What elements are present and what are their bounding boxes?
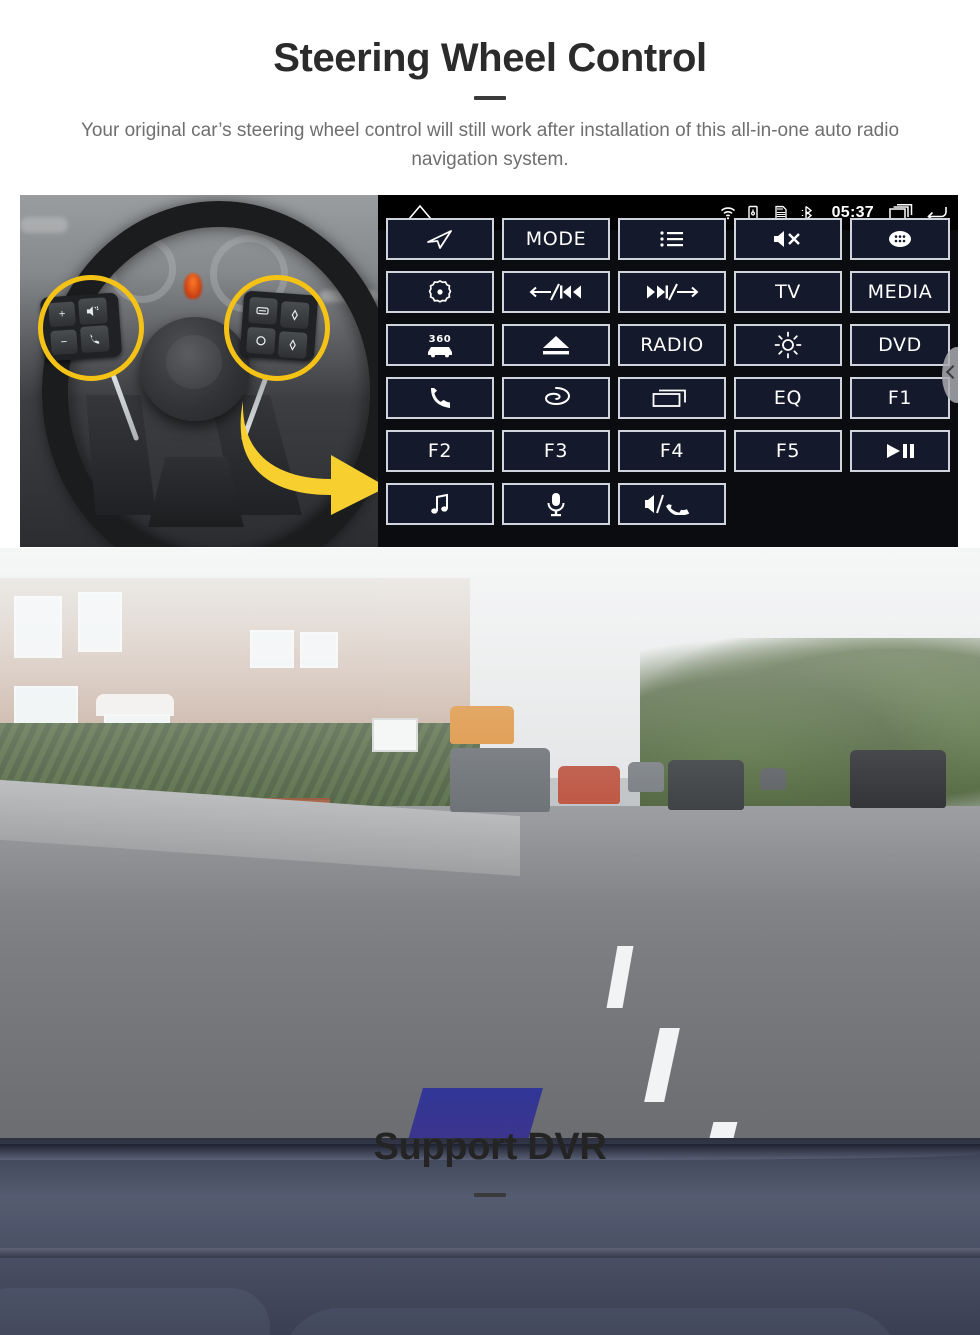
key-phone[interactable] [386,377,494,419]
page-title: Steering Wheel Control [273,36,707,80]
key-mute[interactable] [734,218,842,260]
steering-wheel-photo: + − [20,195,378,547]
highlight-circle-left [38,275,144,381]
dashboard-ridge [0,1248,980,1258]
key-volume-hangup[interactable] [618,483,726,525]
highlight-circle-right [224,275,330,381]
steering-wheel-control-section: Steering Wheel Control Your original car… [0,0,980,548]
dashboard-pod-right [280,1308,900,1335]
steering-wheel-key-grid: MODE TV MEDIA 360 RADIO DVD EQ F1 F2 F3 … [378,218,958,525]
car-radio-screen: 05:37 MODE TV MEDIA 360 RADIO DVD EQ F1 … [378,195,958,547]
key-music[interactable] [386,483,494,525]
yellow-arrow-icon [235,395,378,515]
key-apps[interactable] [850,218,950,260]
key-360-view[interactable]: 360 [386,324,494,366]
key-next-track[interactable] [618,271,726,313]
key-brightness[interactable] [734,324,842,366]
airbag-emblem [166,335,222,389]
key-eq[interactable]: EQ [734,377,842,419]
key-f1[interactable]: F1 [850,377,950,419]
key-settings[interactable] [386,271,494,313]
svg-text:360: 360 [429,334,452,345]
key-f2[interactable]: F2 [386,430,494,472]
key-media[interactable]: MEDIA [850,271,950,313]
support-dvr-section: Support DVR (Optional function, require … [0,548,980,1335]
key-prev-track[interactable] [502,271,610,313]
title-divider-dvr [474,1193,506,1197]
key-f3[interactable]: F3 [502,430,610,472]
key-eject[interactable] [502,324,610,366]
dashcam-road-photo [0,548,980,1335]
key-f4[interactable]: F4 [618,430,726,472]
title-divider [474,96,506,100]
key-list[interactable] [618,218,726,260]
key-screen[interactable] [618,377,726,419]
product-feature-page: Steering Wheel Control Your original car… [0,0,980,1335]
key-dvd[interactable]: DVD [850,324,950,366]
key-voice[interactable] [502,483,610,525]
key-tv[interactable]: TV [734,271,842,313]
key-play-pause[interactable] [850,430,950,472]
dashboard-pod-left [0,1288,270,1335]
key-f5[interactable]: F5 [734,430,842,472]
key-mode[interactable]: MODE [502,218,610,260]
key-radio[interactable]: RADIO [618,324,726,366]
air-vent-left [20,217,68,233]
section-subtitle: Your original car’s steering wheel contr… [80,120,900,170]
section-title-dvr: Support DVR [373,1126,607,1168]
key-navigation[interactable] [386,218,494,260]
key-carplay[interactable] [502,377,610,419]
